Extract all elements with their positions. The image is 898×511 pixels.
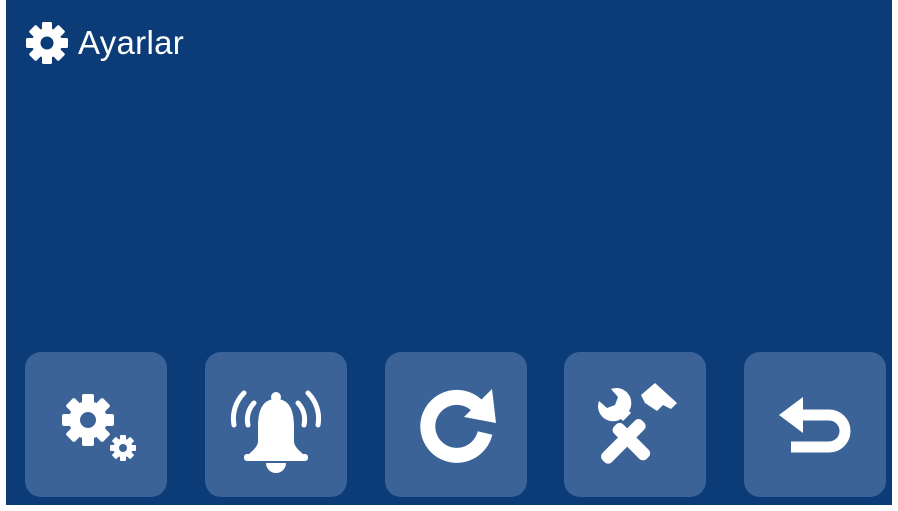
alarm-button[interactable] — [204, 352, 347, 497]
back-arrow-icon — [765, 375, 865, 475]
refresh-button[interactable] — [384, 352, 527, 497]
settings-screen: Ayarlar — [6, 0, 892, 505]
back-button[interactable] — [744, 352, 886, 497]
title-bar: Ayarlar — [22, 18, 184, 68]
bottom-toolbar — [25, 352, 886, 497]
page-title: Ayarlar — [78, 24, 185, 61]
ringing-bell-icon — [224, 375, 328, 475]
gears-icon — [46, 380, 146, 470]
wrench-hammer-icon — [585, 375, 685, 475]
refresh-icon — [406, 375, 506, 475]
gear-icon — [22, 18, 72, 68]
tools-button[interactable] — [564, 352, 707, 497]
settings-button[interactable] — [25, 352, 167, 497]
